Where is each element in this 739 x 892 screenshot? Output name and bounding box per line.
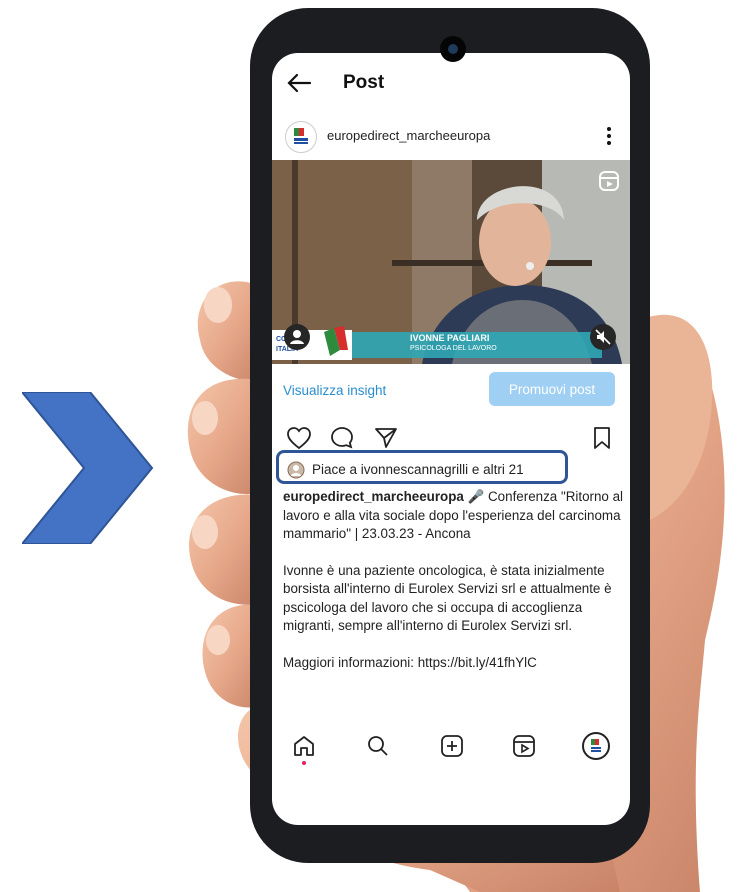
page-title: Post [343,72,385,93]
reels-icon [599,171,619,191]
notification-dot [302,761,306,765]
view-insights-link[interactable]: Visualizza insight [283,383,386,398]
home-icon[interactable] [292,734,316,758]
heart-icon[interactable] [286,426,312,450]
profile-icon[interactable] [582,732,610,760]
lower-third-name: IVONNE PAGLIARI [410,333,490,343]
likes-text[interactable]: Piace a ivonnescannagrilli e altri 21 [312,462,524,477]
caption-paragraph-3: Maggiori informazioni: https://bit.ly/41… [283,654,537,670]
bookmark-icon[interactable] [592,426,612,450]
back-arrow-icon[interactable] [286,72,312,94]
caption-username[interactable]: europedirect_marcheeuropa [283,489,464,504]
create-icon[interactable] [440,734,464,758]
comment-icon[interactable] [330,426,354,450]
share-icon[interactable] [374,426,398,450]
post-video[interactable]: IVONNE PAGLIARI PSICOLOGA DEL LAVORO COM… [272,160,630,364]
liker-avatar-icon [287,461,305,479]
caption-paragraph-2: Ivonne è una paziente oncologica, è stat… [283,562,612,634]
front-camera [440,36,466,62]
user-tag-icon[interactable] [284,324,310,350]
bottom-navigation [272,718,630,774]
europedirect-logo-icon [294,128,308,144]
post-author-username[interactable]: europedirect_marcheeuropa [327,128,490,143]
reels-tab-icon[interactable] [512,734,536,758]
promote-post-button[interactable]: Promuovi post [489,372,615,406]
lower-third-role: PSICOLOGA DEL LAVORO [410,345,497,352]
author-avatar[interactable] [285,121,317,153]
mute-icon[interactable] [590,324,616,350]
more-vertical-icon[interactable] [606,126,612,146]
microphone-icon: 🎤 [467,489,485,504]
post-caption: europedirect_marcheeuropa 🎤 Conferenza "… [283,488,623,690]
search-icon[interactable] [366,734,390,758]
